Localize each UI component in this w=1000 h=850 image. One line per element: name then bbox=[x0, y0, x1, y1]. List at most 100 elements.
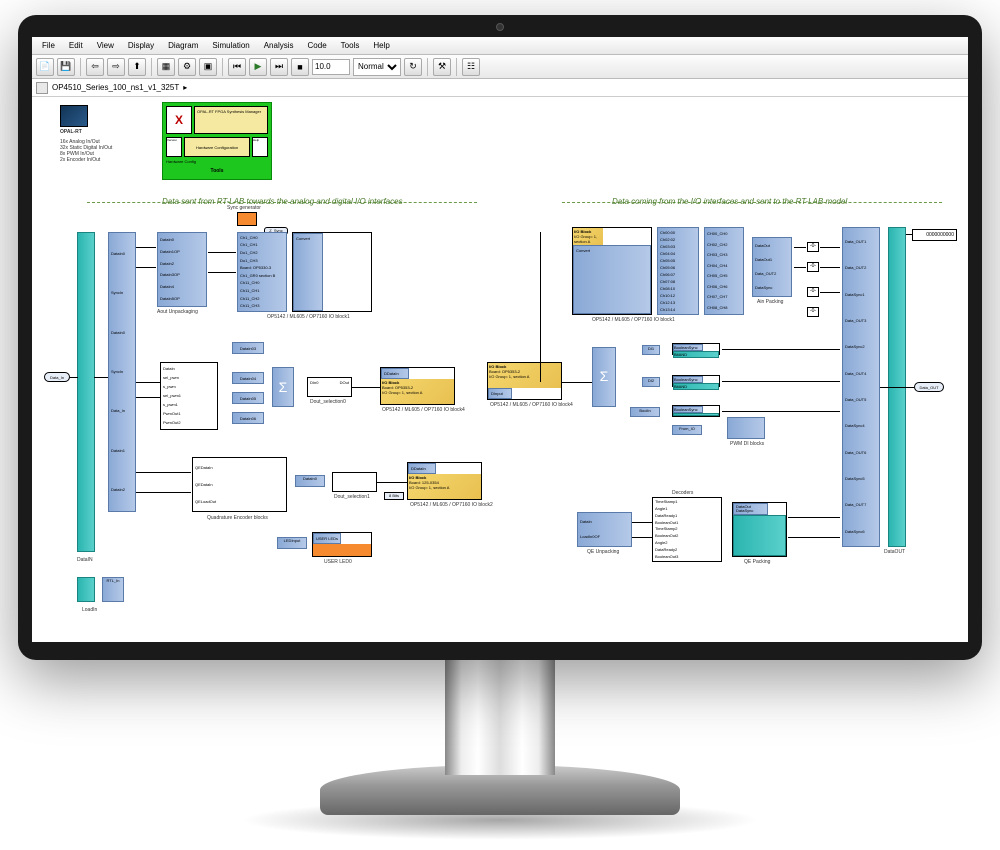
fpga-config-block[interactable]: X OPAL-RT FPGA Synthesis Manager Version… bbox=[162, 102, 272, 180]
section-label-right: Data coming from the I/O interfaces and … bbox=[612, 197, 847, 206]
build-button[interactable]: ⚒ bbox=[433, 58, 451, 76]
bits-tag[interactable]: 8 Bits bbox=[384, 492, 404, 500]
datain04[interactable]: DataIn04 bbox=[232, 372, 264, 384]
fast-restart-button[interactable]: ↻ bbox=[404, 58, 422, 76]
toolbar: 📄 💾 ⇦ ⇨ ⬆ ▦ ⚙ ▣ ⏮ ▶ ⏭ ■ Normal ↻ ⚒ bbox=[32, 55, 968, 79]
ain-packing[interactable]: DataOutDataOut1 Data_OUT2DataSync bbox=[752, 237, 792, 297]
bitand-2[interactable]: BooleanSyncBitAND bbox=[672, 375, 720, 387]
gain-0[interactable]: -0- bbox=[807, 242, 819, 252]
dout-selection-0[interactable]: DIn0DOut bbox=[307, 377, 352, 397]
menu-code[interactable]: Code bbox=[302, 39, 333, 52]
opal-rt-logo-block[interactable] bbox=[60, 105, 88, 127]
bitand-3[interactable]: BooleanSync bbox=[672, 405, 720, 417]
led-input[interactable]: LEDInput bbox=[277, 537, 307, 549]
convert-ports-left: Ch1_CH0Ch1_CH1 Do1_CH2Do1_CH3 Board: OP5… bbox=[237, 232, 287, 312]
up-button[interactable]: ⬆ bbox=[128, 58, 146, 76]
gain-2[interactable]: -0- bbox=[807, 287, 819, 297]
menu-display[interactable]: Display bbox=[122, 39, 160, 52]
explorer-button[interactable]: ▣ bbox=[199, 58, 217, 76]
convert-block-left[interactable]: Convert bbox=[292, 232, 372, 312]
data-in-bus[interactable] bbox=[77, 232, 95, 552]
datain03[interactable]: DataIn03 bbox=[232, 342, 264, 354]
ch-list-2: CH00_CH0CH02_CH2 CH03_CH3CH04_CH4 CH05_C… bbox=[704, 227, 744, 315]
back-button[interactable]: ⇦ bbox=[86, 58, 104, 76]
qe-block[interactable]: QEDataIn QEDataIn QELoadOut bbox=[192, 457, 287, 512]
menu-analysis[interactable]: Analysis bbox=[258, 39, 300, 52]
model-canvas[interactable]: OPAL-RT 16x Analog In/Out 32x Static Dig… bbox=[32, 97, 968, 642]
rtl-port[interactable]: RTL_In bbox=[102, 577, 124, 602]
model-icon[interactable] bbox=[36, 82, 48, 94]
section-label-left: Data sent from RT-LAB towards the analog… bbox=[162, 197, 403, 206]
menu-file[interactable]: File bbox=[36, 39, 61, 52]
library-button[interactable]: ▦ bbox=[157, 58, 175, 76]
gain-1[interactable]: -0- bbox=[807, 262, 819, 272]
menu-tools[interactable]: Tools bbox=[335, 39, 366, 52]
io-block-center[interactable]: I/O Block Board: OP5353-2 I/O Group: 1, … bbox=[487, 362, 562, 400]
output-ports-bar[interactable]: Data_OUT1Data_OUT2 DataSync1Data_OUT3 Da… bbox=[842, 227, 880, 547]
gain-3[interactable]: -0- bbox=[807, 307, 819, 317]
aout-unpack-label: Aout Unpackaging bbox=[157, 309, 198, 315]
datain06[interactable]: DataIn06 bbox=[232, 412, 264, 424]
dout-sel-1-label: Dout_selection1 bbox=[334, 494, 370, 500]
settings-button[interactable]: ☷ bbox=[462, 58, 480, 76]
unpack-p5: DataIn5OP bbox=[158, 297, 206, 301]
qe-datain[interactable]: DataIn0 bbox=[295, 475, 325, 487]
datain05[interactable]: DataIn05 bbox=[232, 392, 264, 404]
xilinx-sigma-block[interactable]: Σ bbox=[272, 367, 294, 407]
decoders-block[interactable]: TimeStamp1Angle1 DataReady1BooleanOut1 T… bbox=[652, 497, 722, 562]
save-button[interactable]: 💾 bbox=[57, 58, 75, 76]
config-button[interactable]: ⚙ bbox=[178, 58, 196, 76]
port-in-1: SyncIn bbox=[109, 291, 135, 295]
display-block[interactable]: 0000000000 bbox=[912, 229, 957, 241]
user-led-sub: USER LED0 bbox=[324, 559, 352, 565]
rtl-in-block[interactable] bbox=[77, 577, 95, 602]
boolin[interactable]: BoolIn bbox=[630, 407, 660, 417]
input-ports-bar[interactable]: DataIn0 SyncIn DataIn0 SyncIn Data_In Da… bbox=[108, 232, 136, 512]
menu-view[interactable]: View bbox=[91, 39, 120, 52]
aout-unpack-block[interactable]: DataIn0 DataIn1OP DataIn2 DataIn3OP Data… bbox=[157, 232, 207, 307]
timing-label: Hardware Config bbox=[166, 159, 268, 164]
help-block[interactable]: Help bbox=[252, 137, 268, 157]
port-in-3: SyncIn bbox=[109, 370, 135, 374]
di1[interactable]: DI1 bbox=[642, 345, 660, 355]
run-button[interactable]: ▶ bbox=[249, 58, 267, 76]
loadin-label: LoadIn bbox=[82, 607, 97, 613]
menu-simulation[interactable]: Simulation bbox=[206, 39, 255, 52]
io-block-4[interactable]: DDataIn I/O Block Board: OP5353-2 I/O Gr… bbox=[380, 367, 455, 405]
convert-ch-list: Ch00:00Ch02:02 Ch03:03Ch04:04 Ch05:05Ch0… bbox=[657, 227, 699, 315]
stop-button[interactable]: ■ bbox=[291, 58, 309, 76]
io-block-2-sub: OP5142 / ML605 / OP7160 IO block2 bbox=[410, 502, 493, 508]
menu-edit[interactable]: Edit bbox=[63, 39, 89, 52]
stop-time-input[interactable] bbox=[312, 59, 350, 75]
model-name[interactable]: OP4510_Series_100_ns1_v1_325T bbox=[52, 83, 179, 92]
menu-help[interactable]: Help bbox=[367, 39, 395, 52]
bitand-1[interactable]: BooleanSyncBitAND bbox=[672, 343, 720, 355]
breadcrumb: OP4510_Series_100_ns1_v1_325T ▸ bbox=[32, 79, 968, 97]
port-in-5: DataIn1 bbox=[109, 449, 135, 453]
menu-diagram[interactable]: Diagram bbox=[162, 39, 204, 52]
hw-config-block[interactable]: Hardware Configuration bbox=[184, 137, 250, 157]
data-in-port[interactable]: Data_In bbox=[44, 372, 70, 382]
user-led-block[interactable]: USER LEDs bbox=[312, 532, 372, 557]
tools-label: Tools bbox=[166, 168, 268, 174]
forward-button[interactable]: ⇨ bbox=[107, 58, 125, 76]
step-back-button[interactable]: ⏮ bbox=[228, 58, 246, 76]
di2[interactable]: DI2 bbox=[642, 377, 660, 387]
pwm-subsystem[interactable]: DataInsel_pwm s_pwmsel_pwm1 s_pwm1PwmOut… bbox=[160, 362, 218, 430]
dout-sel-0-label: Dout_selection0 bbox=[310, 399, 346, 405]
io-block-2[interactable]: DDataIn I/O Block Board: 125-0354 I/O Gr… bbox=[407, 462, 482, 500]
from-io[interactable]: From_IO bbox=[672, 425, 702, 435]
chevron-right-icon: ▸ bbox=[183, 83, 187, 92]
sync-gen-block[interactable] bbox=[237, 212, 257, 226]
data-out-port[interactable]: Data_OUT bbox=[914, 382, 944, 392]
new-button[interactable]: 📄 bbox=[36, 58, 54, 76]
io-block-center-sub: OP5142 / ML605 / OP7160 IO block4 bbox=[490, 402, 573, 408]
dout-selection-1[interactable] bbox=[332, 472, 377, 492]
sigma-right[interactable]: Σ bbox=[592, 347, 616, 407]
qe-packing[interactable]: DataOutDataSync bbox=[732, 502, 787, 557]
qe-unpacking[interactable]: DataIn LoadIn0OF bbox=[577, 512, 632, 547]
din-pack[interactable] bbox=[727, 417, 765, 439]
convert-block-right[interactable]: I/O Block I/O Group: 1, section A Conver… bbox=[572, 227, 652, 315]
step-forward-button[interactable]: ⏭ bbox=[270, 58, 288, 76]
simulation-mode-select[interactable]: Normal bbox=[353, 58, 401, 76]
